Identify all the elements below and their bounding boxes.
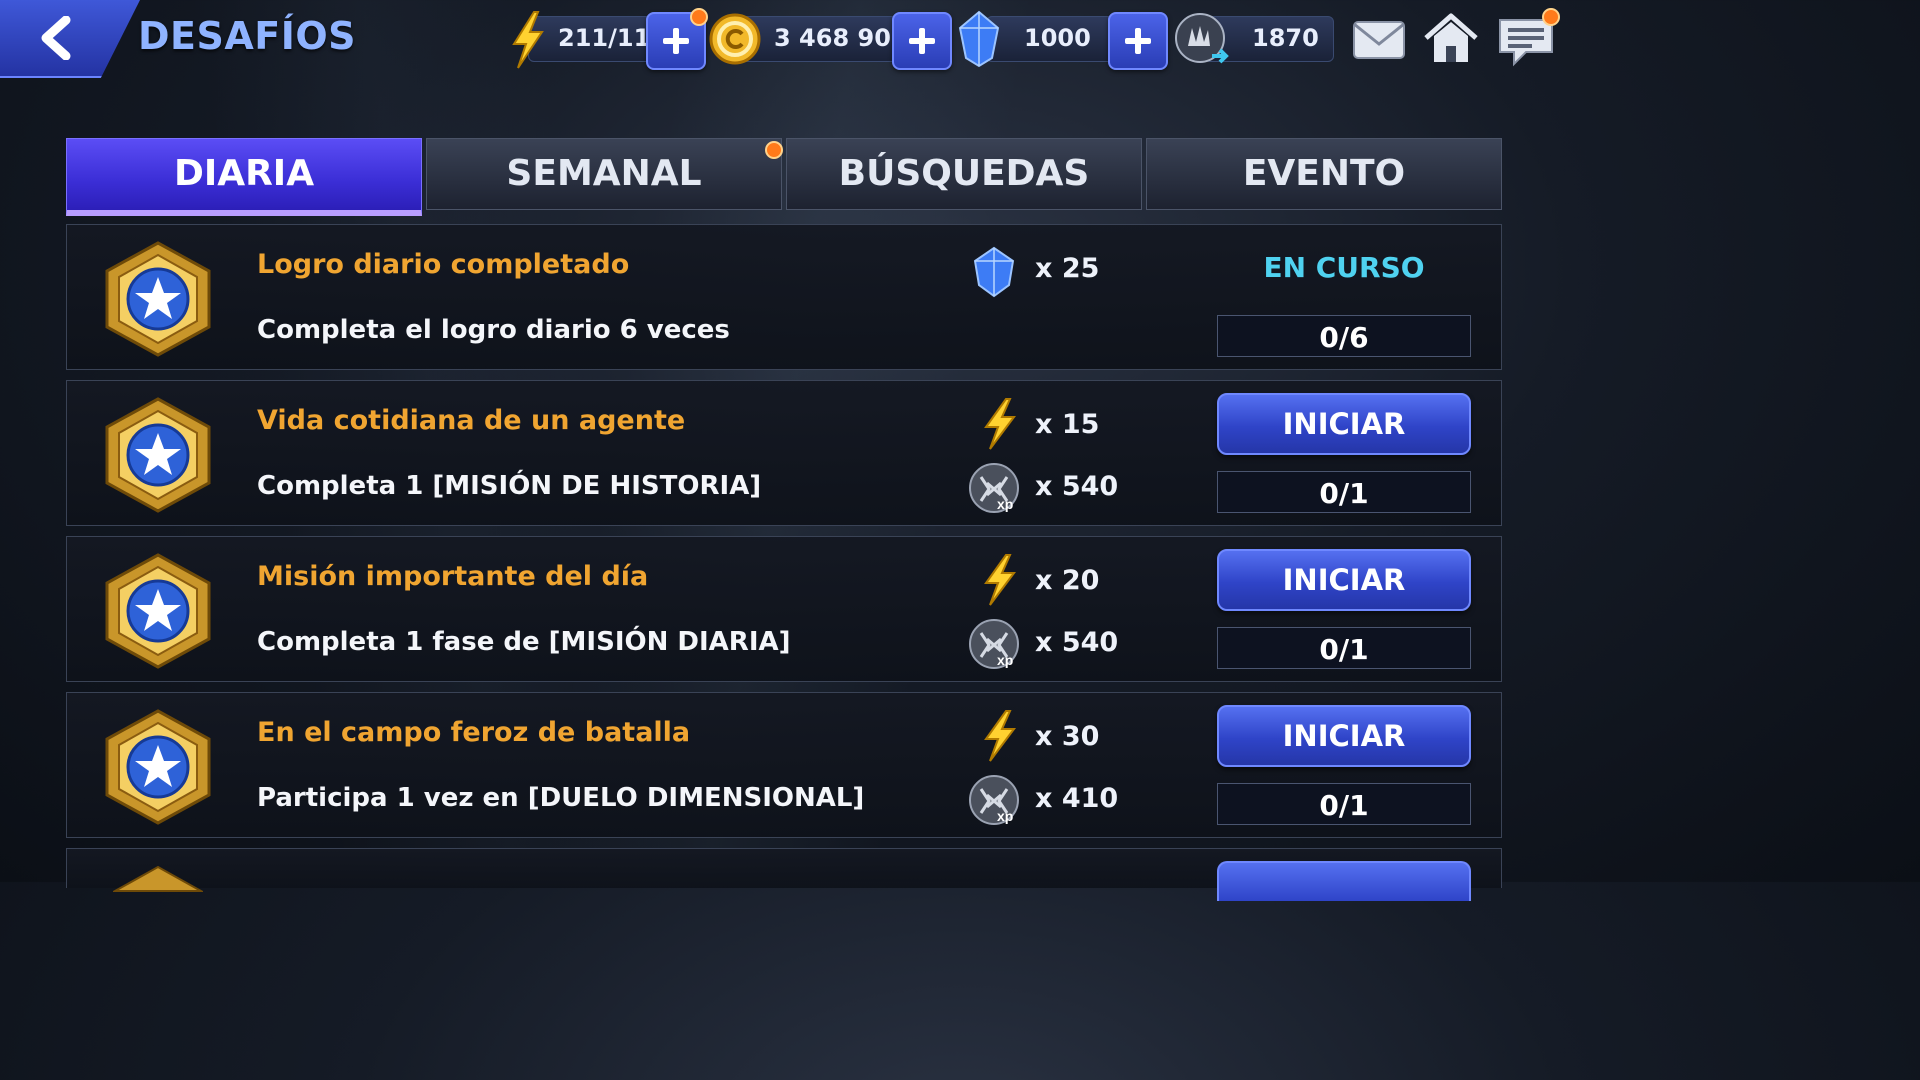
reward-quantity: x 410 <box>1035 783 1119 814</box>
chevron-left-icon <box>41 16 71 60</box>
challenge-description: Completa 1 fase de [MISIÓN DIARIA] <box>257 627 791 657</box>
tab-bar: DIARIA SEMANAL BÚSQUEDAS EVENTO <box>66 138 1502 216</box>
add-gold-button[interactable] <box>892 12 952 70</box>
challenge-row-partial <box>66 848 1502 901</box>
energy-notification-dot <box>690 8 708 26</box>
crystal-icon <box>973 246 1015 298</box>
challenge-description: Completa 1 [MISIÓN DE HISTORIA] <box>257 471 762 501</box>
challenge-row: Misión importante del día Completa 1 fas… <box>66 536 1502 682</box>
challenge-description: Participa 1 vez en [DUELO DIMENSIONAL] <box>257 783 865 813</box>
progress-box: 0/1 <box>1217 627 1471 669</box>
token-value: 1870 <box>1252 24 1319 52</box>
progress-value: 0/1 <box>1319 633 1369 666</box>
tab-notification-dot <box>765 141 783 159</box>
tab-evento[interactable]: EVENTO <box>1146 138 1502 210</box>
start-button-label: INICIAR <box>1282 407 1406 441</box>
start-button[interactable] <box>1217 861 1471 901</box>
back-button[interactable] <box>0 0 140 78</box>
reward-quantity: x 30 <box>1035 721 1100 752</box>
star-badge-icon <box>105 397 211 513</box>
page-title: DESAFÍOS <box>138 14 357 58</box>
hand-token-icon <box>1175 13 1229 64</box>
tab-label: EVENTO <box>1242 153 1406 194</box>
progress-box: 0/1 <box>1217 783 1471 825</box>
energy-icon <box>984 554 1016 606</box>
start-button-label: INICIAR <box>1282 719 1406 753</box>
reward-quantity: x 15 <box>1035 409 1100 440</box>
tab-diaria[interactable]: DIARIA <box>66 138 422 216</box>
star-badge-icon <box>105 241 211 357</box>
energy-resource: 211/111 <box>508 8 708 70</box>
start-button-label: INICIAR <box>1282 563 1406 597</box>
status-in-progress: EN CURSO <box>1263 251 1425 284</box>
progress-value: 0/6 <box>1319 321 1369 354</box>
reward-quantity: x 540 <box>1035 627 1119 658</box>
star-badge-icon <box>105 553 211 669</box>
tab-label: SEMANAL <box>506 153 702 194</box>
tab-semanal[interactable]: SEMANAL <box>426 138 783 210</box>
tab-label: BÚSQUEDAS <box>838 153 1090 194</box>
gold-resource: 3 468 903 <box>708 12 952 70</box>
shield-xp-icon: xp <box>969 775 1019 825</box>
progress-box: 0/1 <box>1217 471 1471 513</box>
challenge-description: Completa el logro diario 6 veces <box>257 315 730 345</box>
gold-coin-icon <box>709 13 761 65</box>
energy-icon <box>984 398 1016 450</box>
reward-quantity: x 25 <box>1035 253 1100 284</box>
chat-button[interactable] <box>1496 8 1560 67</box>
top-bar: DESAFÍOS 211/111 3 468 903 1000 1870 <box>0 0 1568 80</box>
star-badge-icon <box>113 865 203 892</box>
start-button[interactable]: INICIAR <box>1217 549 1471 611</box>
challenge-row: Vida cotidiana de un agente Completa 1 [… <box>66 380 1502 526</box>
energy-icon <box>984 710 1016 762</box>
tab-label: DIARIA <box>173 153 315 194</box>
add-crystals-button[interactable] <box>1108 12 1168 70</box>
progress-value: 0/1 <box>1319 477 1369 510</box>
energy-icon <box>512 11 544 69</box>
crystal-icon <box>958 10 1000 68</box>
star-badge-icon <box>105 709 211 825</box>
tab-busquedas[interactable]: BÚSQUEDAS <box>786 138 1142 210</box>
reward-quantity: x 540 <box>1035 471 1119 502</box>
challenge-row: Logro diario completado Completa el logr… <box>66 224 1502 370</box>
shield-xp-icon: xp <box>969 619 1019 669</box>
chat-notification-dot <box>1542 8 1560 26</box>
shield-xp-icon: xp <box>969 463 1019 513</box>
start-button[interactable]: INICIAR <box>1217 705 1471 767</box>
reward-quantity: x 20 <box>1035 565 1100 596</box>
gold-value: 3 468 903 <box>774 24 908 52</box>
mail-button[interactable] <box>1350 12 1408 66</box>
svg-text:xp: xp <box>997 808 1013 824</box>
svg-text:xp: xp <box>997 652 1013 668</box>
crystal-value: 1000 <box>1024 24 1091 52</box>
start-button[interactable]: INICIAR <box>1217 393 1471 455</box>
svg-text:xp: xp <box>997 496 1013 512</box>
challenge-row: En el campo feroz de batalla Participa 1… <box>66 692 1502 838</box>
challenge-title: En el campo feroz de batalla <box>257 717 691 748</box>
challenge-title: Vida cotidiana de un agente <box>257 405 686 436</box>
home-button[interactable] <box>1422 12 1480 66</box>
crystal-resource: 1000 <box>956 10 1168 70</box>
progress-box: 0/6 <box>1217 315 1471 357</box>
home-icon <box>1424 13 1478 62</box>
progress-value: 0/1 <box>1319 789 1369 822</box>
challenge-title: Misión importante del día <box>257 561 649 592</box>
challenge-title: Logro diario completado <box>257 249 630 280</box>
token-resource: 1870 <box>1174 13 1334 64</box>
mail-icon <box>1353 21 1405 59</box>
